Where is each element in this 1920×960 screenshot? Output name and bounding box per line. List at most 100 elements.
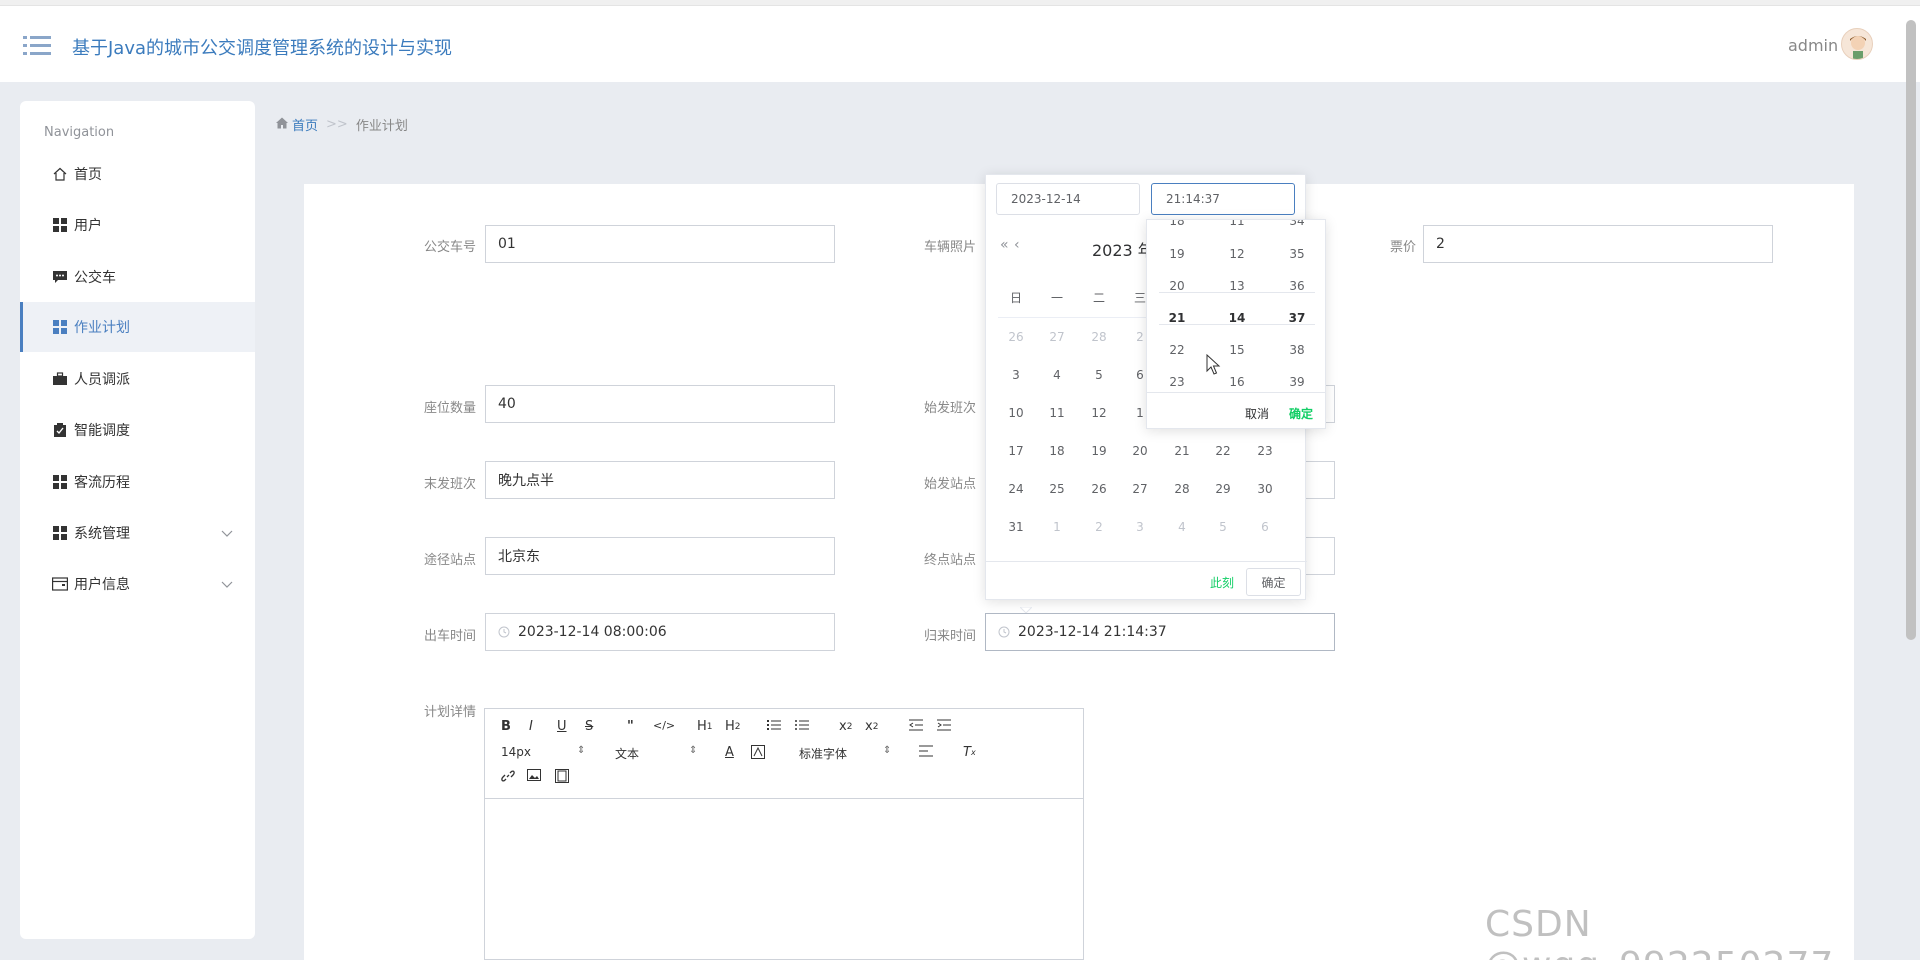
- calendar-day[interactable]: 3: [1001, 368, 1031, 382]
- sidebar-item-dispatch[interactable]: 智能调度: [20, 405, 255, 455]
- time-cancel-button[interactable]: 取消: [1245, 405, 1269, 422]
- calendar-day[interactable]: 28: [1084, 330, 1114, 344]
- video-icon[interactable]: [555, 769, 569, 783]
- menu-toggle-icon[interactable]: [23, 34, 51, 58]
- sidebar-item-bus[interactable]: 公交车: [20, 252, 255, 302]
- now-button[interactable]: 此刻: [1210, 574, 1234, 591]
- sidebar-item-home[interactable]: 首页: [20, 149, 255, 199]
- minute-option-selected[interactable]: 14: [1207, 311, 1267, 325]
- link-icon[interactable]: [501, 769, 515, 783]
- return-time-input[interactable]: 2023-12-14 21:14:37: [985, 613, 1335, 651]
- seats-input[interactable]: 40: [485, 385, 835, 423]
- font-color-icon[interactable]: A: [725, 745, 734, 760]
- second-option[interactable]: 35: [1267, 247, 1325, 261]
- calendar-day[interactable]: 11: [1042, 406, 1072, 420]
- calendar-day[interactable]: 10: [1001, 406, 1031, 420]
- calendar-day[interactable]: 26: [1001, 330, 1031, 344]
- prev-year-icon[interactable]: «: [1000, 237, 1009, 253]
- strike-icon[interactable]: S: [585, 719, 593, 734]
- heading2-icon[interactable]: H2: [725, 719, 741, 734]
- calendar-day[interactable]: 4: [1167, 520, 1197, 534]
- second-option-selected[interactable]: 37: [1267, 311, 1325, 325]
- hour-option[interactable]: 22: [1147, 343, 1207, 357]
- depart-time-input[interactable]: 2023-12-14 08:00:06: [485, 613, 835, 651]
- bold-icon[interactable]: B: [501, 719, 511, 734]
- hour-option[interactable]: 19: [1147, 247, 1207, 261]
- bullet-list-icon[interactable]: [795, 719, 809, 731]
- sidebar-item-user-info[interactable]: 用户信息: [20, 559, 255, 609]
- indent-icon[interactable]: [937, 719, 951, 731]
- calendar-day[interactable]: 28: [1167, 482, 1197, 496]
- calendar-year-label[interactable]: 2023 年: [1092, 237, 1154, 261]
- second-option[interactable]: 34: [1267, 220, 1325, 228]
- align-icon[interactable]: [919, 745, 933, 757]
- calendar-day[interactable]: 22: [1208, 444, 1238, 458]
- underline-icon[interactable]: U: [557, 719, 567, 734]
- breadcrumb-home[interactable]: 首页: [292, 115, 318, 134]
- background-color-icon[interactable]: [751, 745, 765, 759]
- calendar-day[interactable]: 29: [1208, 482, 1238, 496]
- calendar-day[interactable]: 20: [1125, 444, 1155, 458]
- minute-option[interactable]: 12: [1207, 247, 1267, 261]
- time-confirm-button[interactable]: 确定: [1289, 405, 1313, 422]
- page-scrollbar[interactable]: [1906, 20, 1916, 640]
- minute-option[interactable]: 13: [1207, 279, 1267, 293]
- calendar-day[interactable]: 23: [1250, 444, 1280, 458]
- superscript-icon[interactable]: x2: [865, 719, 878, 734]
- sidebar-item-work-plan[interactable]: 作业计划: [20, 302, 255, 352]
- minute-option[interactable]: 16: [1207, 375, 1267, 389]
- calendar-day[interactable]: 5: [1084, 368, 1114, 382]
- quote-icon[interactable]: ": [627, 719, 634, 734]
- calendar-day[interactable]: 5: [1208, 520, 1238, 534]
- calendar-day[interactable]: 27: [1125, 482, 1155, 496]
- avatar[interactable]: [1841, 28, 1873, 60]
- calendar-day[interactable]: 1: [1042, 520, 1072, 534]
- hour-option[interactable]: 20: [1147, 279, 1207, 293]
- hour-option[interactable]: 18: [1147, 220, 1207, 228]
- font-size-select[interactable]: 14px: [501, 745, 531, 759]
- calendar-day[interactable]: 26: [1084, 482, 1114, 496]
- picker-time-input[interactable]: 21:14:37: [1151, 183, 1295, 215]
- price-input[interactable]: 2: [1423, 225, 1773, 263]
- second-option[interactable]: 36: [1267, 279, 1325, 293]
- calendar-day[interactable]: 30: [1250, 482, 1280, 496]
- prev-month-icon[interactable]: ‹: [1014, 237, 1020, 253]
- heading1-icon[interactable]: H1: [697, 719, 713, 734]
- font-family-select[interactable]: 标准字体: [799, 745, 847, 762]
- sidebar-item-system[interactable]: 系统管理: [20, 508, 255, 558]
- ordered-list-icon[interactable]: [767, 719, 781, 731]
- minute-option[interactable]: 11: [1207, 220, 1267, 228]
- image-icon[interactable]: [527, 769, 541, 781]
- calendar-day[interactable]: 17: [1001, 444, 1031, 458]
- calendar-day[interactable]: 19: [1084, 444, 1114, 458]
- calendar-day[interactable]: 27: [1042, 330, 1072, 344]
- via-station-input[interactable]: 北京东: [485, 537, 835, 575]
- clear-format-icon[interactable]: Tx: [963, 745, 976, 760]
- calendar-day[interactable]: 3: [1125, 520, 1155, 534]
- calendar-day[interactable]: 31: [1001, 520, 1031, 534]
- user-name[interactable]: admin: [1788, 36, 1838, 55]
- editor-content[interactable]: [485, 799, 1083, 959]
- outdent-icon[interactable]: [909, 719, 923, 731]
- sidebar-item-staff[interactable]: 人员调派: [20, 354, 255, 404]
- hour-option[interactable]: 23: [1147, 375, 1207, 389]
- bus-no-input[interactable]: 01: [485, 225, 835, 263]
- picker-date-input[interactable]: 2023-12-14: [996, 183, 1140, 215]
- subscript-icon[interactable]: x2: [839, 719, 852, 734]
- calendar-day[interactable]: 6: [1250, 520, 1280, 534]
- calendar-day[interactable]: 4: [1042, 368, 1072, 382]
- italic-icon[interactable]: I: [529, 719, 533, 734]
- calendar-day[interactable]: 25: [1042, 482, 1072, 496]
- sidebar-item-users[interactable]: 用户: [20, 200, 255, 250]
- second-option[interactable]: 38: [1267, 343, 1325, 357]
- calendar-day[interactable]: 18: [1042, 444, 1072, 458]
- calendar-day[interactable]: 12: [1084, 406, 1114, 420]
- calendar-day[interactable]: 2: [1084, 520, 1114, 534]
- picker-confirm-button[interactable]: 确定: [1246, 568, 1301, 596]
- sidebar-item-passenger-flow[interactable]: 客流历程: [20, 457, 255, 507]
- last-shift-input[interactable]: 晚九点半: [485, 461, 835, 499]
- calendar-day[interactable]: 24: [1001, 482, 1031, 496]
- code-icon[interactable]: </>: [653, 719, 675, 732]
- calendar-day[interactable]: 21: [1167, 444, 1197, 458]
- second-option[interactable]: 39: [1267, 375, 1325, 389]
